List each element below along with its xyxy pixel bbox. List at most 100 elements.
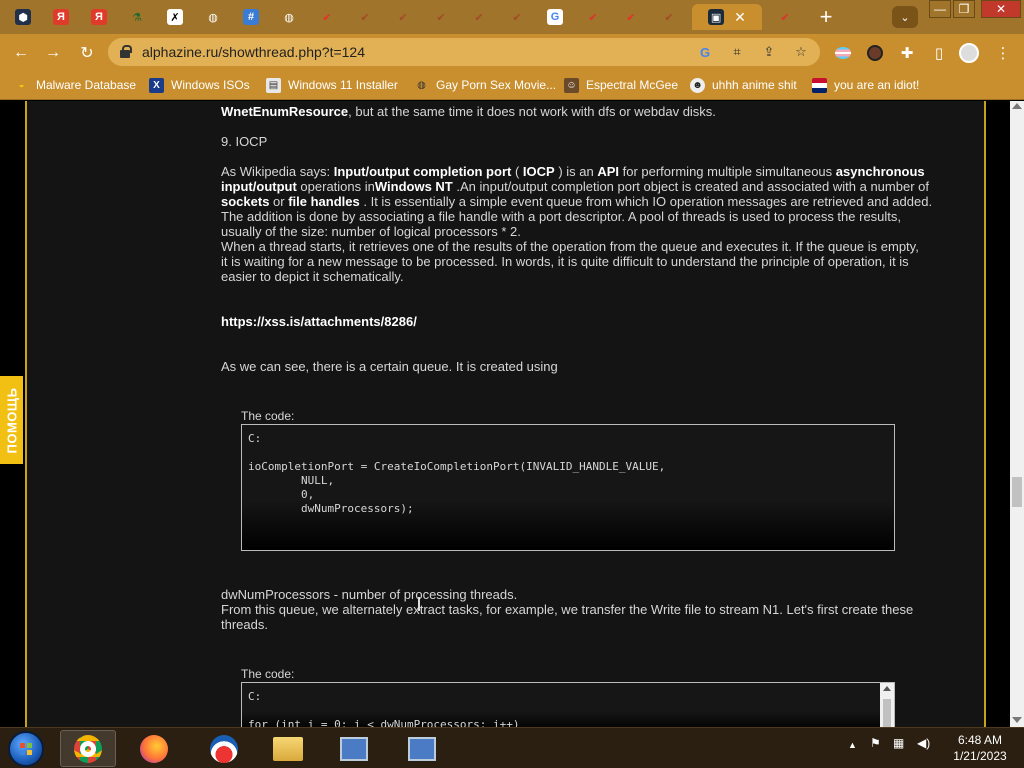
code-block[interactable]: C: for (int i = 0; i < dwNumProcessors; … xyxy=(241,682,895,727)
tab-4[interactable]: ⚗ xyxy=(120,4,154,30)
wiki-link[interactable]: file handles xyxy=(288,194,360,209)
arrow-left-icon: ← xyxy=(13,44,29,61)
start-button[interactable] xyxy=(8,731,44,767)
tab-11[interactable]: ✔ xyxy=(386,4,420,30)
tab-10[interactable]: ✔ xyxy=(348,4,382,30)
profile-avatar[interactable] xyxy=(958,42,980,64)
tab-2[interactable]: Я xyxy=(44,4,78,30)
code-scrollbar[interactable] xyxy=(880,683,894,727)
translate-icon[interactable]: ⌗ xyxy=(728,43,746,61)
tab-3[interactable]: Я xyxy=(82,4,116,30)
side-panel-icon[interactable]: ▯ xyxy=(928,42,950,64)
bookmark-label: Windows ISOs xyxy=(171,78,250,92)
back-button[interactable]: ← xyxy=(10,42,32,64)
google-icon: G xyxy=(547,9,563,25)
scroll-thumb[interactable] xyxy=(1012,477,1022,507)
text-span: . It is essentially a simple event queue… xyxy=(359,194,933,209)
code-text[interactable]: C: ioCompletionPort = CreateIoCompletion… xyxy=(248,432,665,516)
bookmark-label: Windows 11 Installer xyxy=(288,78,398,92)
system-clock[interactable]: 6:48 AM 1/21/2023 xyxy=(945,732,1015,764)
tab-13[interactable]: ✔ xyxy=(462,4,496,30)
text-span: for performing multiple simultaneous xyxy=(619,164,836,179)
close-tab-icon[interactable]: ✕ xyxy=(734,9,746,26)
close-window-button[interactable]: ✕ xyxy=(981,0,1021,18)
action-center-flag-icon[interactable]: ⚑ xyxy=(870,736,881,750)
tab-15[interactable]: G xyxy=(538,4,572,30)
globe-icon: ◍ xyxy=(417,79,426,91)
new-tab-button[interactable]: + xyxy=(813,4,839,29)
code-block[interactable]: C: ioCompletionPort = CreateIoCompletion… xyxy=(241,424,895,551)
profile-extension-icon[interactable] xyxy=(864,42,886,64)
bookmark-you-are-an-idiot[interactable]: you are an idiot! xyxy=(812,76,919,94)
tab-7[interactable]: # xyxy=(234,4,268,30)
section-heading: 9. IOCP xyxy=(221,134,268,149)
wiki-link[interactable]: input/output xyxy=(221,179,297,194)
tab-1[interactable]: ⬢ xyxy=(6,4,40,30)
wiki-link[interactable]: IOCP xyxy=(523,164,555,179)
bookmark-star-icon[interactable]: ☆ xyxy=(792,43,810,61)
wiki-link[interactable]: Input/output completion port xyxy=(334,164,512,179)
bookmark-espectral-mcgee[interactable]: ☺ Espectral McGee xyxy=(564,76,678,94)
maximize-button[interactable]: ❐ xyxy=(953,0,975,18)
forward-button[interactable]: → xyxy=(42,42,64,64)
code-text[interactable]: C: for (int i = 0; i < dwNumProcessors; … xyxy=(248,690,520,727)
x-icon: X xyxy=(149,77,164,93)
scroll-down-icon[interactable] xyxy=(1012,717,1022,723)
bookmark-label: Malware Database xyxy=(36,78,137,92)
taskbar-network-app-2[interactable] xyxy=(394,730,450,767)
tab-12[interactable]: ✔ xyxy=(424,4,458,30)
tab-active[interactable]: ▣ ✕ xyxy=(692,4,762,30)
url-text[interactable]: alphazine.ru/showthread.php?t=124 xyxy=(142,44,365,60)
network-icon[interactable]: ▦ xyxy=(893,736,904,750)
tab-18[interactable]: ✔ xyxy=(652,4,686,30)
api-name: WnetEnumResource xyxy=(221,104,349,119)
scroll-up-icon[interactable] xyxy=(883,686,891,691)
tab-14[interactable]: ✔ xyxy=(500,4,534,30)
wiki-link[interactable]: sockets xyxy=(221,194,269,209)
trans-flag-icon[interactable] xyxy=(832,42,854,64)
address-bar[interactable]: alphazine.ru/showthread.php?t=124 G ⌗ ⇪ … xyxy=(108,38,820,66)
tab-16[interactable]: ✔ xyxy=(576,4,610,30)
scroll-up-icon[interactable] xyxy=(1012,103,1022,109)
taskbar-firefox[interactable] xyxy=(126,730,182,767)
scroll-thumb[interactable] xyxy=(883,699,891,727)
page-scrollbar[interactable] xyxy=(1010,101,1024,727)
tab-search-button[interactable]: ⌄ xyxy=(892,6,918,28)
bookmark-windows-isos[interactable]: X Windows ISOs xyxy=(149,76,250,94)
taskbar-network-app[interactable] xyxy=(326,730,382,767)
tab-17[interactable]: ✔ xyxy=(614,4,648,30)
wiki-link[interactable]: Windows NT xyxy=(375,179,453,194)
help-tab[interactable]: ПОМОЩЬ xyxy=(0,376,23,464)
tab-8[interactable]: ◍ xyxy=(272,4,306,30)
menu-kebab-icon[interactable]: ⋮ xyxy=(992,42,1014,64)
bookmark-uhhh-anime-shit[interactable]: ☻ uhhh anime shit xyxy=(690,76,797,94)
bookmark-label: uhhh anime shit xyxy=(712,78,797,92)
arrow-right-icon: → xyxy=(45,44,61,61)
wiki-link[interactable]: asynchronous xyxy=(836,164,925,179)
extensions-icon[interactable]: ✚ xyxy=(896,42,918,64)
volume-icon[interactable]: ◀) xyxy=(917,736,930,750)
wiki-link[interactable]: API xyxy=(597,164,619,179)
tab-9[interactable]: ✔ xyxy=(310,4,344,30)
bookmark-malware-database[interactable]: ◒ Malware Database xyxy=(14,76,136,94)
share-icon[interactable]: ⇪ xyxy=(760,43,778,61)
terminal-icon: ▣ xyxy=(708,9,725,25)
reload-icon: ↻ xyxy=(80,45,94,62)
minimize-button[interactable]: — xyxy=(929,0,951,18)
text-span: ) is an xyxy=(554,164,598,179)
bookmark-windows-11-installer[interactable]: ▤ Windows 11 Installer xyxy=(266,76,398,94)
attachment-link[interactable]: https://xss.is/attachments/8286/ xyxy=(221,314,417,329)
tab-20[interactable]: ✔ xyxy=(768,4,802,30)
bookmark-gay-porn-sex-movie[interactable]: ◍ Gay Porn Sex Movie... xyxy=(414,76,556,94)
taskbar-explorer[interactable] xyxy=(260,730,316,767)
tab-5[interactable]: ✗ xyxy=(158,4,192,30)
google-lens-icon[interactable]: G xyxy=(696,43,714,61)
taskbar-obama[interactable] xyxy=(196,730,252,767)
taskbar-chrome[interactable] xyxy=(60,730,116,767)
reload-button[interactable]: ↻ xyxy=(76,42,98,64)
tab-6[interactable]: ◍ xyxy=(196,4,230,30)
tray-chevron-icon[interactable]: ▲ xyxy=(848,740,857,750)
feather-icon: ✔ xyxy=(626,11,636,24)
clock-date: 1/21/2023 xyxy=(953,749,1007,763)
hex-shield-icon: ⬢ xyxy=(15,9,31,25)
